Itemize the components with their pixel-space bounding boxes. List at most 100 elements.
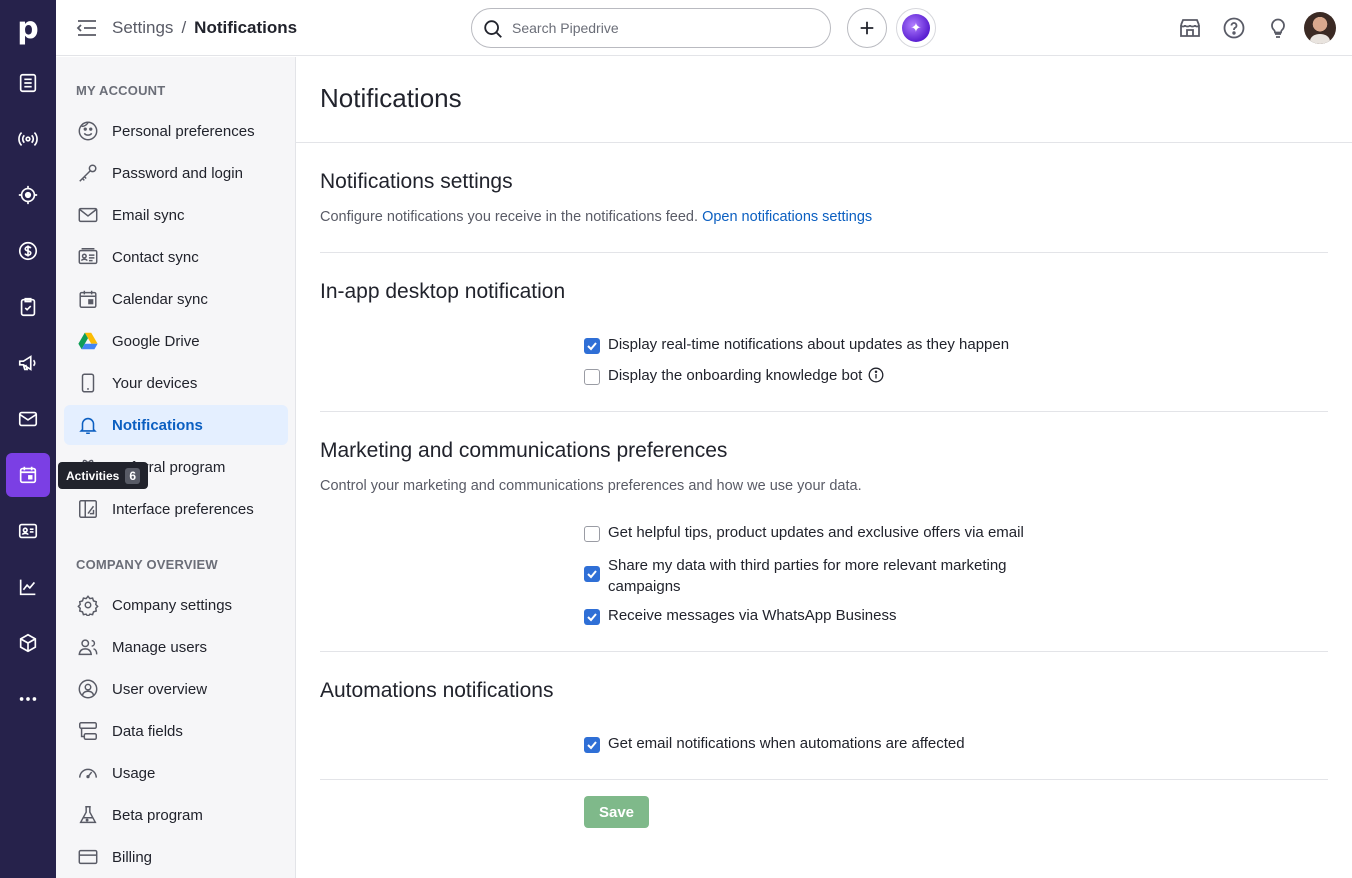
leads-icon <box>19 73 37 93</box>
sidebar-item-manage-users[interactable]: Manage users <box>64 627 288 667</box>
sidebar-item-label: Google Drive <box>112 332 200 350</box>
sidebar-item-interface-preferences[interactable]: Interface preferences <box>64 489 288 529</box>
products-nav-button[interactable] <box>6 621 50 665</box>
marketing-preferences-heading: Marketing and communications preferences <box>320 439 728 462</box>
deals-nav-button[interactable] <box>6 173 50 217</box>
marketing-description: Control your marketing and communication… <box>320 478 862 494</box>
gear-icon <box>76 593 100 617</box>
sidebar-item-label: Data fields <box>112 722 183 740</box>
sidebar-item-google-drive[interactable]: Google Drive <box>64 321 288 361</box>
breadcrumb: Settings / Notifications <box>112 18 297 38</box>
helpful-tips-option[interactable]: Get helpful tips, product updates and ex… <box>584 524 1024 542</box>
option-label: Get email notifications when automations… <box>608 735 965 752</box>
onboarding-bot-option[interactable]: Display the onboarding knowledge bot <box>584 367 884 385</box>
sidebar-item-label: User overview <box>112 680 208 698</box>
envelope-icon <box>76 203 100 227</box>
sidebar-item-email-sync[interactable]: Email sync <box>64 195 288 235</box>
sidebar-item-calendar-sync[interactable]: Calendar sync <box>64 279 288 319</box>
sidebar-item-label: Billing <box>112 848 153 866</box>
sidebar-item-label: Interface preferences <box>112 500 254 518</box>
leads-nav-button[interactable] <box>6 61 50 105</box>
breadcrumb-settings[interactable]: Settings <box>112 18 173 38</box>
breadcrumb-current: Notifications <box>194 18 298 37</box>
global-search[interactable] <box>471 8 831 48</box>
quick-add-button[interactable] <box>847 8 887 48</box>
top-bar: Settings / Notifications ✦ <box>56 0 1352 56</box>
sidebar-item-password-login[interactable]: Password and login <box>64 153 288 193</box>
open-notifications-settings-link[interactable]: Open notifications settings <box>702 209 872 225</box>
share-data-option[interactable]: Share my data with third parties for mor… <box>584 555 1024 597</box>
sidebar-item-data-fields[interactable]: Data fields <box>64 711 288 751</box>
option-label: Receive messages via WhatsApp Business <box>608 607 897 624</box>
calendar-icon <box>76 287 100 311</box>
whatsapp-checkbox[interactable] <box>584 609 600 625</box>
ai-assistant-button[interactable]: ✦ <box>896 8 936 48</box>
more-nav-button[interactable] <box>6 677 50 721</box>
projects-nav-button[interactable] <box>6 285 50 329</box>
interface-icon <box>76 497 100 521</box>
sidebar-item-label: Usage <box>112 764 156 782</box>
divider <box>296 142 1352 143</box>
main-content: Notifications Notifications settings Con… <box>296 57 1352 878</box>
search-input[interactable] <box>512 20 812 36</box>
insights-nav-button[interactable] <box>6 565 50 609</box>
sparkle-icon: ✦ <box>902 14 930 42</box>
option-label: Display the onboarding knowledge bot <box>608 367 863 384</box>
option-label: Display real-time notifications about up… <box>608 336 1010 353</box>
option-label: Share my data with third parties for mor… <box>608 555 1007 597</box>
box-icon <box>19 633 37 653</box>
target-icon <box>18 185 38 205</box>
sidebar-item-billing[interactable]: Billing <box>64 837 288 877</box>
automations-email-option[interactable]: Get email notifications when automations… <box>584 735 965 753</box>
sidebar-item-your-devices[interactable]: Your devices <box>64 363 288 403</box>
sidebar-item-label: Personal preferences <box>112 122 255 140</box>
info-icon[interactable] <box>868 367 884 383</box>
sidebar-item-company-settings[interactable]: Company settings <box>64 585 288 625</box>
marketplace-icon[interactable] <box>1178 16 1202 40</box>
sidebar-item-notifications[interactable]: Notifications <box>64 405 288 445</box>
calendar-icon <box>19 466 37 484</box>
sidebar-item-personal-preferences[interactable]: Personal preferences <box>64 111 288 151</box>
realtime-notifications-option[interactable]: Display real-time notifications about up… <box>584 336 1009 354</box>
smiley-icon <box>76 119 100 143</box>
mail-nav-button[interactable] <box>6 397 50 441</box>
sidebar-item-user-overview[interactable]: User overview <box>64 669 288 709</box>
option-label-line-1: Share my data with third parties for mor… <box>608 557 1007 574</box>
collapse-menu-icon[interactable] <box>76 18 98 38</box>
divider <box>320 411 1328 412</box>
checkmark-icon <box>587 570 597 579</box>
contacts-nav-button[interactable] <box>6 509 50 553</box>
sidebar-item-contact-sync[interactable]: Contact sync <box>64 237 288 277</box>
campaigns-megaphone-nav-button[interactable] <box>6 341 50 385</box>
share-data-checkbox[interactable] <box>584 566 600 582</box>
lightbulb-icon[interactable] <box>1266 16 1290 40</box>
whatsapp-option[interactable]: Receive messages via WhatsApp Business <box>584 607 896 625</box>
save-button[interactable]: Save <box>584 796 649 828</box>
sidebar-item-label: Notifications <box>112 416 203 434</box>
activities-tooltip: Activities 6 <box>58 462 149 489</box>
sidebar-item-label: Password and login <box>112 164 243 182</box>
tooltip-label: Activities <box>66 468 120 483</box>
activities-nav-button[interactable] <box>6 453 50 497</box>
pipedrive-logo[interactable]: p <box>0 0 56 56</box>
broadcast-icon <box>18 132 38 146</box>
bell-icon <box>76 413 100 437</box>
help-icon[interactable] <box>1222 16 1246 40</box>
company-overview-section-title: COMPANY OVERVIEW <box>76 557 218 572</box>
notifications-settings-description: Configure notifications you receive in t… <box>320 209 872 225</box>
automations-email-checkbox[interactable] <box>584 737 600 753</box>
campaigns-nav-button[interactable] <box>6 117 50 161</box>
search-icon <box>484 20 502 38</box>
revenue-nav-button[interactable] <box>6 229 50 273</box>
phone-icon <box>76 371 100 395</box>
sidebar-item-beta-program[interactable]: Beta program <box>64 795 288 835</box>
realtime-notifications-checkbox[interactable] <box>584 338 600 354</box>
automations-notifications-heading: Automations notifications <box>320 679 554 702</box>
sidebar-item-usage[interactable]: Usage <box>64 753 288 793</box>
clipboard-check-icon <box>20 297 36 317</box>
helpful-tips-checkbox[interactable] <box>584 526 600 542</box>
user-circle-icon <box>76 677 100 701</box>
sidebar-item-label: Calendar sync <box>112 290 208 308</box>
onboarding-bot-checkbox[interactable] <box>584 369 600 385</box>
user-avatar[interactable] <box>1304 12 1336 44</box>
